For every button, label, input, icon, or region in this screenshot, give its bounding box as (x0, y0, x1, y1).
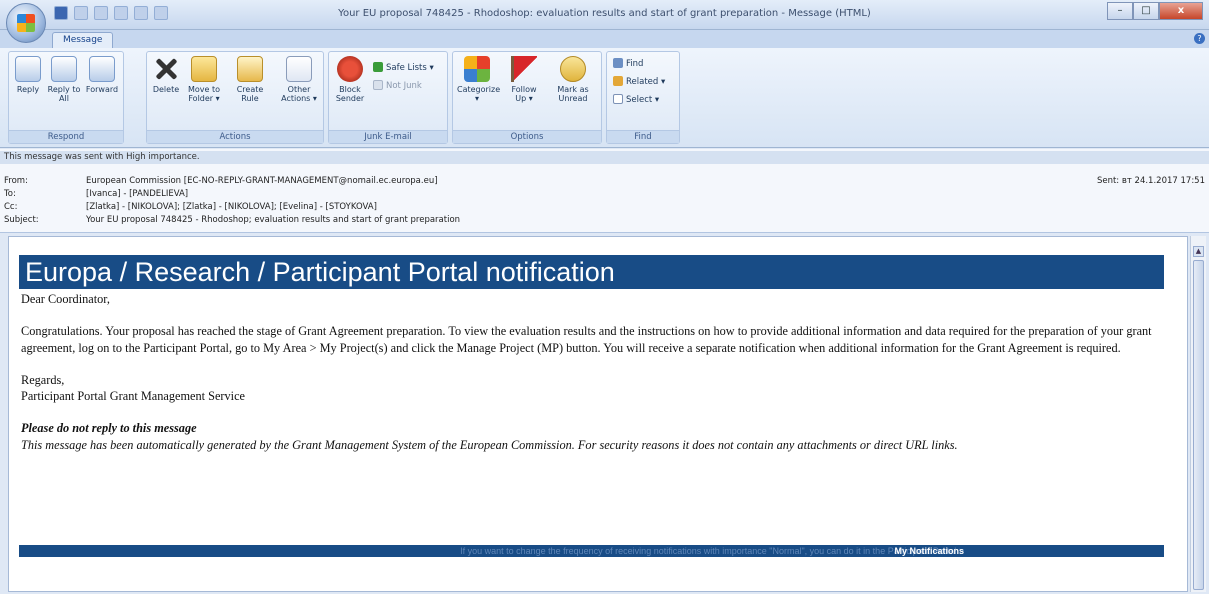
cc-row: Cc: [Zlatka] - [NIKOLOVA]; [Zlatka] - [NI… (4, 202, 377, 212)
office-button[interactable] (6, 3, 46, 43)
group-junk-email: Block Sender Safe Lists ▾ Not Junk Junk … (328, 51, 448, 144)
body-text: Dear Coordinator, Congratulations. Your … (21, 291, 1171, 469)
to-value[interactable]: [Ivanca] - [PANDELIEVA] (86, 189, 188, 199)
group-respond: Reply Reply to All Forward Respond (8, 51, 124, 144)
block-sender-button[interactable]: Block Sender (333, 54, 367, 103)
from-value[interactable]: European Commission [EC-NO-REPLY-GRANT-M… (86, 176, 438, 186)
scroll-thumb[interactable] (1193, 260, 1204, 590)
not-junk-icon (373, 80, 383, 90)
safe-lists-button[interactable]: Safe Lists ▾ (373, 62, 434, 73)
select-icon (613, 94, 623, 104)
signature: Participant Portal Grant Management Serv… (21, 389, 246, 404)
message-body: Europa / Research / Participant Portal n… (8, 236, 1188, 592)
footer-bar: If you want to change the frequency of r… (19, 545, 1164, 557)
find-button[interactable]: Find (613, 58, 643, 69)
forward-icon (89, 56, 115, 82)
cc-value[interactable]: [Zlatka] - [NIKOLOVA]; [Zlatka] - [NIKOL… (86, 202, 377, 212)
mark-unread-button[interactable]: Mark as Unread (553, 54, 593, 103)
no-reply-text: This message has been automatically gene… (21, 437, 958, 452)
ribbon: Reply Reply to All Forward Respond Delet… (0, 48, 1209, 148)
scroll-up-icon[interactable]: ▲ (1193, 246, 1204, 257)
importance-notice: This message was sent with High importan… (0, 151, 1209, 164)
help-icon[interactable]: ? (1194, 33, 1205, 44)
window-controls: – □ x (1107, 2, 1203, 20)
group-options: Categorize ▾ Follow Up ▾ Mark as Unread … (452, 51, 602, 144)
reply-all-button[interactable]: Reply to All (47, 54, 81, 103)
group-find: Find Related ▾ Select ▾ Find (606, 51, 680, 144)
office-logo-icon (17, 14, 35, 32)
flag-icon (511, 56, 537, 82)
create-rule-button[interactable]: Create Rule (233, 54, 267, 103)
categorize-button[interactable]: Categorize ▾ (457, 54, 500, 103)
move-to-folder-button[interactable]: Move to Folder ▾ (187, 54, 221, 103)
group-label-respond: Respond (9, 130, 123, 143)
group-label-junk: Junk E-mail (329, 130, 447, 143)
main-paragraph: Congratulations. Your proposal has reach… (21, 324, 1152, 355)
window-title: Your EU proposal 748425 - Rhodoshop: eva… (338, 8, 871, 19)
save-icon[interactable] (54, 6, 68, 20)
other-actions-button[interactable]: Other Actions ▾ (277, 54, 321, 103)
group-label-actions: Actions (147, 130, 323, 143)
title-bar: Your EU proposal 748425 - Rhodoshop: eva… (0, 0, 1209, 30)
message-header: This message was sent with High importan… (0, 149, 1209, 233)
delete-icon (153, 56, 179, 82)
follow-up-button[interactable]: Follow Up ▾ (507, 54, 541, 103)
to-row: To: [Ivanca] - [PANDELIEVA] (4, 189, 189, 199)
undo-icon[interactable] (74, 6, 88, 20)
related-icon (613, 76, 623, 86)
safe-lists-icon (373, 62, 383, 72)
sent-row: Sent: вт 24.1.2017 17:51 (1096, 176, 1205, 186)
mark-unread-icon (560, 56, 586, 82)
reply-button[interactable]: Reply (11, 54, 45, 94)
reply-all-icon (51, 56, 77, 82)
maximize-button[interactable]: □ (1133, 2, 1159, 20)
rule-icon (237, 56, 263, 82)
portal-banner: Europa / Research / Participant Portal n… (19, 255, 1164, 289)
block-sender-icon (337, 56, 363, 82)
my-notifications-link[interactable]: My Notifications (894, 545, 964, 557)
vertical-scrollbar[interactable]: ▲ (1190, 236, 1206, 592)
sent-value: вт 24.1.2017 17:51 (1121, 176, 1205, 186)
select-button[interactable]: Select ▾ (613, 94, 659, 105)
delete-button[interactable]: Delete (149, 54, 183, 94)
group-actions: Delete Move to Folder ▾ Create Rule Othe… (146, 51, 324, 144)
customize-qat-icon[interactable] (154, 6, 168, 20)
regards: Regards, (21, 372, 65, 387)
tab-message[interactable]: Message (52, 32, 114, 49)
folder-icon (191, 56, 217, 82)
minimize-button[interactable]: – (1107, 2, 1133, 20)
from-row: From: European Commission [EC-NO-REPLY-GR… (4, 176, 438, 186)
binoculars-icon (613, 58, 623, 68)
next-item-icon[interactable] (134, 6, 148, 20)
greeting: Dear Coordinator, (21, 292, 110, 306)
other-actions-icon (286, 56, 312, 82)
redo-icon[interactable] (94, 6, 108, 20)
categorize-icon (464, 56, 490, 82)
subject-value: Your EU proposal 748425 - Rhodoshop; eva… (86, 215, 461, 225)
ribbon-tab-row: Message ? (0, 30, 1209, 49)
group-label-options: Options (453, 130, 601, 143)
previous-item-icon[interactable] (114, 6, 128, 20)
not-junk-button[interactable]: Not Junk (373, 80, 422, 91)
forward-button[interactable]: Forward (85, 54, 119, 94)
subject-row: Subject: Your EU proposal 748425 - Rhodos… (4, 215, 461, 225)
footer-text: If you want to change the frequency of r… (460, 546, 964, 556)
related-button[interactable]: Related ▾ (613, 76, 665, 87)
reply-icon (15, 56, 41, 82)
group-label-find: Find (607, 130, 679, 143)
close-button[interactable]: x (1159, 2, 1203, 20)
no-reply-title: Please do not reply to this message (21, 421, 197, 436)
quick-access-toolbar (54, 6, 168, 20)
